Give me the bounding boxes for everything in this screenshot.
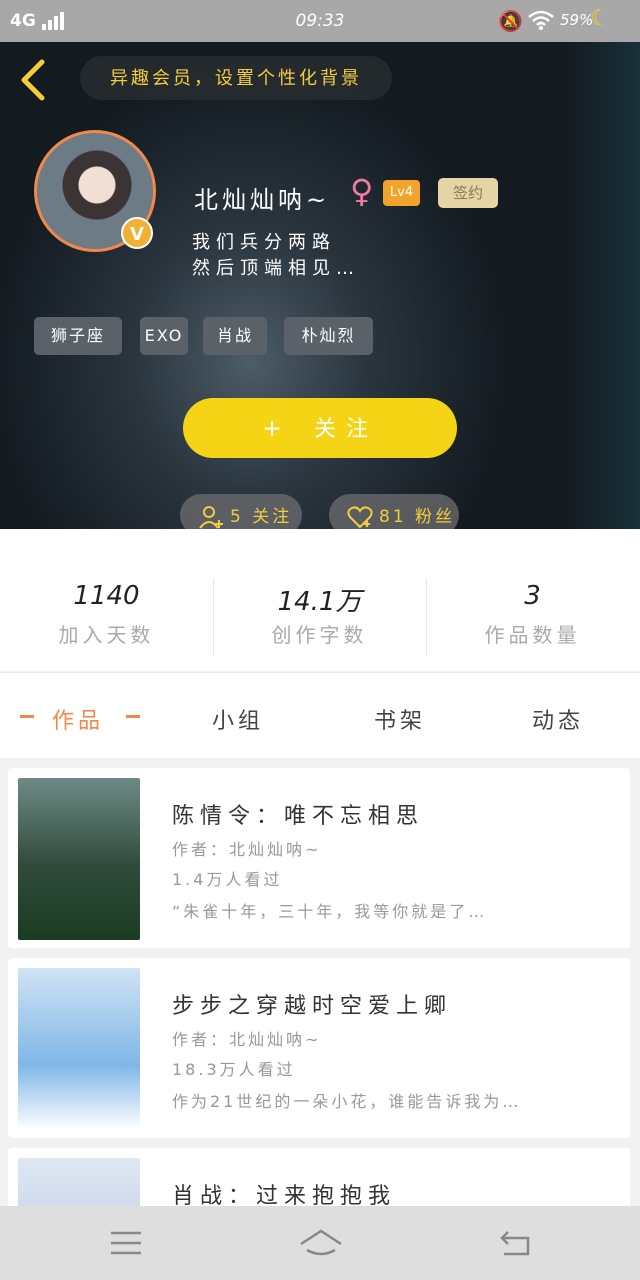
wifi-icon [528,9,554,36]
system-nav-bar [0,1206,640,1280]
stat-value: 1140 [73,581,140,611]
signed-badge: 签约 [438,178,498,208]
plus-icon: + [261,414,293,442]
fans-count: 81 粉丝 [379,507,456,527]
avatar[interactable]: V [34,130,156,252]
book-author: 作者：北灿灿呐~ [172,1030,322,1049]
fans-button[interactable]: 81 粉丝 [329,494,459,529]
book-cover [18,778,140,940]
tag[interactable]: 肖战 [203,317,267,355]
stat-join-days: 1140 加入天数 [0,581,213,648]
following-count: 5 关注 [230,507,293,527]
back-button[interactable] [16,58,52,102]
mute-icon: 🔕 [498,9,523,33]
follow-button[interactable]: + 关注 [183,398,457,458]
menu-icon [111,1231,141,1255]
battery-level: 59% [560,11,594,29]
bio: 我们兵分两路 然后顶端相见… [192,230,360,282]
bio-line: 我们兵分两路 [192,232,336,253]
list-item[interactable]: 步步之穿越时空爱上卿 作者：北灿灿呐~ 18.3万人看过 作为21世纪的一朵小花… [8,958,630,1138]
username: 北灿灿呐~ [194,186,331,214]
tag[interactable]: 狮子座 [34,317,122,355]
return-icon [500,1231,530,1256]
book-author: 作者：北灿灿呐~ [172,840,322,859]
book-title: 步步之穿越时空爱上卿 [172,994,453,1019]
stat-word-count: 14.1万 创作字数 [213,581,426,648]
chevron-left-icon [21,59,45,101]
stats-panel: 1140 加入天数 14.1万 创作字数 3 作品数量 [0,529,640,671]
bio-line: 然后顶端相见… [192,258,360,279]
stat-label: 创作字数 [271,623,368,647]
verified-badge: V [121,217,153,249]
status-bar: 4G 09:33 🔕 59% ☾ [0,0,640,42]
moon-icon: ☾ [590,6,610,31]
follow-label: 关注 [314,417,379,442]
stat-value: 3 [524,581,541,611]
set-background-button[interactable]: 异趣会员，设置个性化背景 [80,56,392,100]
stat-works-count: 3 作品数量 [426,581,639,648]
active-indicator [20,715,34,718]
profile-header: 异趣会员，设置个性化背景 V 北灿灿呐~ ♀ Lv4 签约 我们兵分两路 然后顶… [0,42,640,529]
tab-works[interactable]: 作品 [52,703,104,735]
tag[interactable]: EXO [140,317,188,355]
menu-button[interactable] [106,1226,146,1260]
back-nav-button[interactable] [496,1226,536,1260]
following-button[interactable]: 5 关注 [180,494,302,529]
stat-label: 作品数量 [484,623,581,647]
book-cover [18,968,140,1130]
book-description: 作为21世纪的一朵小花，谁能告诉我为… [172,1092,522,1111]
home-icon [300,1229,342,1256]
active-indicator [126,715,140,718]
stat-value: 14.1万 [277,587,362,617]
user-plus-icon [198,494,224,529]
tab-groups[interactable]: 小组 [212,703,264,735]
tab-bookshelf[interactable]: 书架 [374,703,426,735]
home-button[interactable] [298,1226,344,1260]
book-description: “朱雀十年，三十年，我等你就是了… [172,902,488,921]
tab-bar: 作品 小组 书架 动态 [0,672,640,758]
list-item[interactable]: 陈情令：唯不忘相思 作者：北灿灿呐~ 1.4万人看过 “朱雀十年，三十年，我等你… [8,768,630,948]
stat-label: 加入天数 [58,623,155,647]
tab-activity[interactable]: 动态 [532,703,584,735]
female-icon: ♀ [350,172,374,210]
book-views: 1.4万人看过 [172,870,283,889]
level-badge: Lv4 [383,180,420,206]
book-title: 陈情令：唯不忘相思 [172,804,425,829]
heart-icon [347,494,373,529]
book-views: 18.3万人看过 [172,1060,296,1079]
tag[interactable]: 朴灿烈 [284,317,373,355]
